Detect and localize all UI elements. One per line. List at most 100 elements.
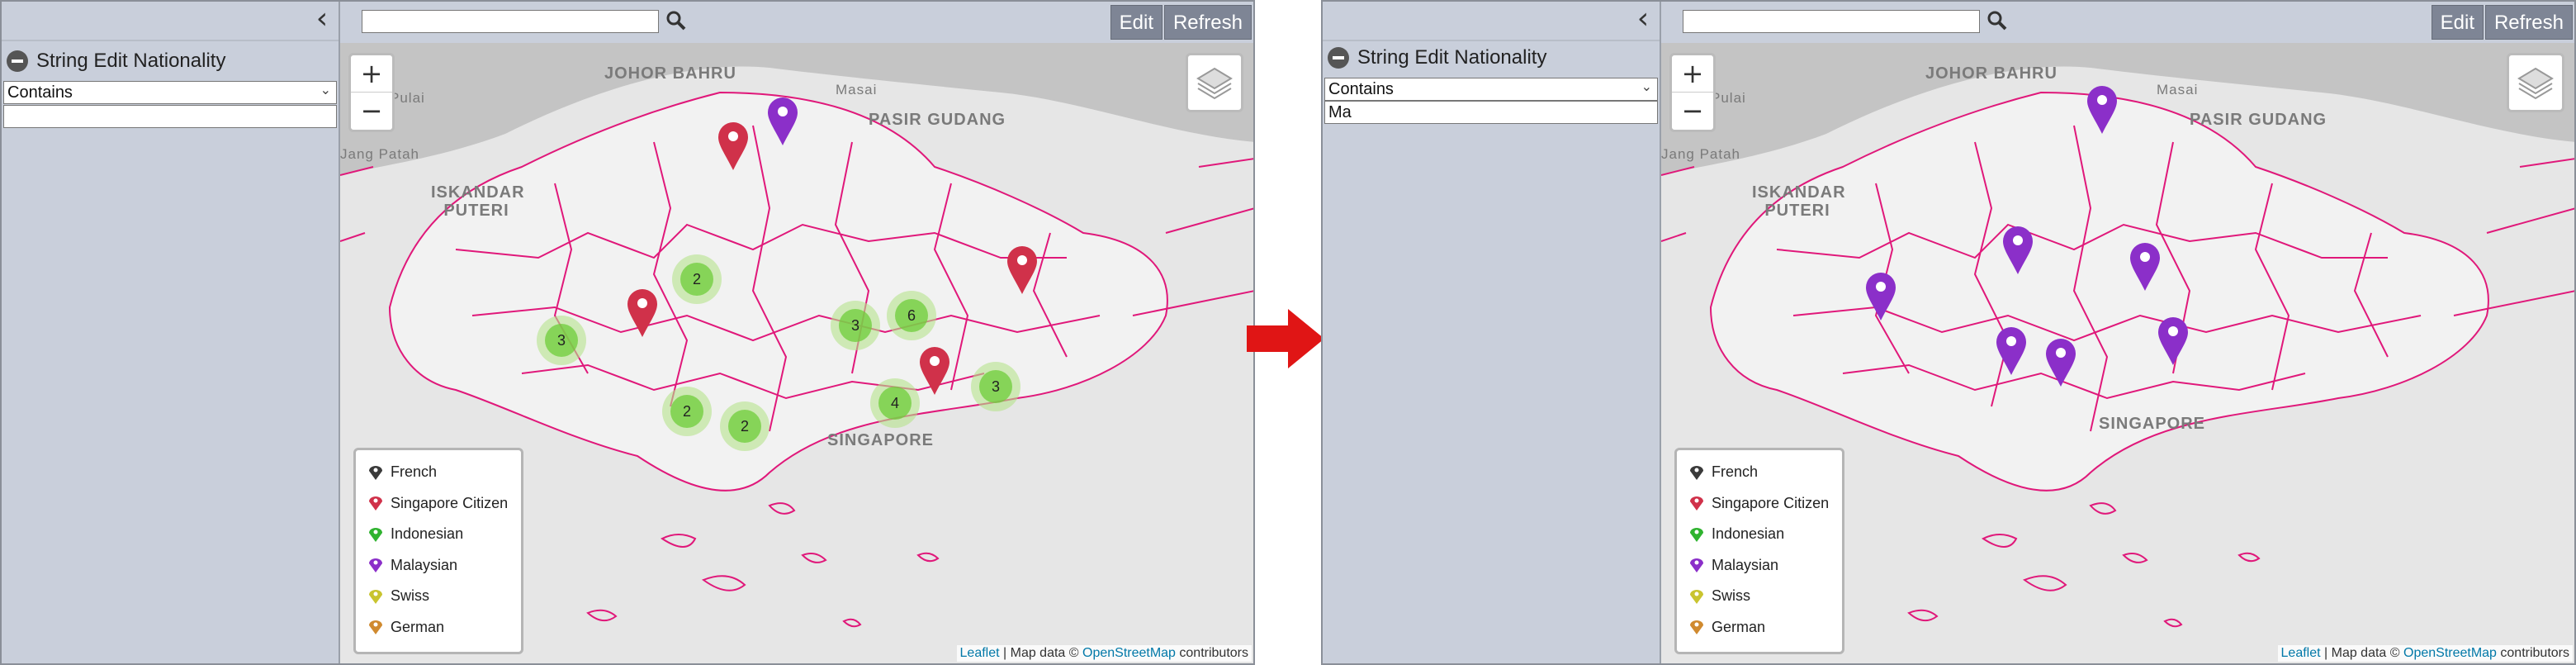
refresh-button[interactable]: Refresh <box>1163 5 1252 40</box>
legend-label: Malaysian <box>1712 556 1779 573</box>
chevron-down-icon: ⌄ <box>1641 78 1652 94</box>
chevron-left-icon[interactable]: ‹ <box>309 4 335 36</box>
layers-button[interactable] <box>1186 53 1243 112</box>
zoom-in-button[interactable]: + <box>351 55 392 93</box>
map-label-pulai: Pulai <box>390 90 425 106</box>
marker-icon <box>369 620 382 635</box>
cluster-count: 3 <box>839 309 872 342</box>
legend-item: Malaysian <box>367 550 509 582</box>
marker-cluster[interactable]: 2 <box>662 387 712 436</box>
before-panel: ‹ String Edit Nationality Contains ⌄ Edi… <box>0 0 1255 665</box>
legend-item: Swiss <box>1688 581 1830 612</box>
sidebar-header: ‹ <box>2 2 339 41</box>
edit-button[interactable]: Edit <box>1110 5 1163 40</box>
legend-label: Singapore Citizen <box>391 494 509 511</box>
layers-icon <box>1196 67 1233 100</box>
map-view[interactable]: JOHOR BAHRU Masai PASIR GUDANG Pulai Jan… <box>340 43 1253 663</box>
marker-cluster[interactable]: 2 <box>672 254 722 304</box>
legend-item: Malaysian <box>1688 550 1830 582</box>
map-marker-malaysian[interactable] <box>2044 337 2077 388</box>
map-label-masai: Masai <box>836 82 878 97</box>
map-marker-singapore-citizen[interactable] <box>918 345 951 397</box>
map-marker-singapore-citizen[interactable] <box>1006 245 1039 296</box>
cluster-count: 4 <box>878 387 912 420</box>
cluster-count: 6 <box>895 299 928 332</box>
map-marker-malaysian[interactable] <box>2129 241 2162 292</box>
map-marker-malaysian[interactable] <box>2001 225 2034 276</box>
attribution-separator: | Map data © <box>999 646 1082 660</box>
filter-title: String Edit Nationality <box>1357 46 1547 69</box>
marker-cluster[interactable]: 4 <box>870 378 920 428</box>
map-label-singapore: SINGAPORE <box>2099 415 2206 433</box>
leaflet-link[interactable]: Leaflet <box>2281 646 2321 660</box>
legend-item: Singapore Citizen <box>1688 488 1830 520</box>
layers-button[interactable] <box>2507 53 2564 112</box>
marker-icon <box>369 465 382 480</box>
cluster-count: 3 <box>979 370 1012 403</box>
map-label-iskandar-puteri: ISKANDAR PUTERI <box>431 183 525 220</box>
cluster-count: 2 <box>670 395 703 428</box>
zoom-out-button[interactable]: − <box>1672 93 1713 130</box>
map-label-singapore: SINGAPORE <box>827 431 935 449</box>
map-label-pasir-gudang: PASIR GUDANG <box>2190 111 2327 129</box>
sidebar-header: ‹ <box>1323 2 1660 41</box>
marker-cluster[interactable]: 3 <box>831 301 880 350</box>
refresh-button[interactable]: Refresh <box>2484 5 2573 40</box>
attribution-suffix: contributors <box>1175 646 1248 660</box>
zoom-in-button[interactable]: + <box>1672 55 1713 93</box>
search-icon[interactable] <box>1986 10 2008 31</box>
marker-cluster[interactable]: 3 <box>537 316 586 365</box>
chevron-left-icon[interactable]: ‹ <box>1630 4 1656 36</box>
legend-item: French <box>367 457 509 488</box>
leaflet-link[interactable]: Leaflet <box>960 646 1000 660</box>
map-legend: French Singapore Citizen Indonesian Mala… <box>353 448 523 654</box>
marker-icon <box>1690 558 1703 573</box>
marker-cluster[interactable]: 2 <box>720 401 769 451</box>
remove-filter-icon[interactable] <box>1328 47 1349 69</box>
map-label-pasir-gudang: PASIR GUDANG <box>869 111 1006 129</box>
map-marker-malaysian[interactable] <box>1864 271 1897 322</box>
map-marker-malaysian[interactable] <box>766 96 799 147</box>
map-marker-malaysian[interactable] <box>2157 316 2190 367</box>
marker-cluster[interactable]: 3 <box>971 362 1020 411</box>
filter-operator-select[interactable]: Contains ⌄ <box>1324 78 1658 101</box>
filter-value-input[interactable] <box>3 105 337 128</box>
map-marker-singapore-citizen[interactable] <box>717 121 750 172</box>
osm-link[interactable]: OpenStreetMap <box>1082 646 1176 660</box>
map-view[interactable]: JOHOR BAHRU Masai PASIR GUDANG Pulai Jan… <box>1661 43 2574 663</box>
map-label-johor-bahru: JOHOR BAHRU <box>1925 64 2057 83</box>
filter-header[interactable]: String Edit Nationality <box>1328 43 1546 73</box>
map-marker-singapore-citizen[interactable] <box>626 287 659 339</box>
remove-filter-icon[interactable] <box>7 50 28 72</box>
marker-icon <box>1690 465 1703 480</box>
legend-label: Indonesian <box>1712 525 1785 543</box>
map-marker-malaysian[interactable] <box>1995 325 2028 377</box>
filter-operator-select[interactable]: Contains ⌄ <box>3 81 337 104</box>
osm-link[interactable]: OpenStreetMap <box>2403 646 2497 660</box>
zoom-out-button[interactable]: − <box>351 93 392 130</box>
map-label-jang-patah: Jang Patah <box>340 146 420 162</box>
legend-item: Indonesian <box>367 519 509 550</box>
marker-cluster[interactable]: 6 <box>887 291 936 340</box>
legend-item: German <box>1688 612 1830 644</box>
search-input[interactable] <box>1683 10 1980 33</box>
edit-button[interactable]: Edit <box>2431 5 2484 40</box>
filter-header[interactable]: String Edit Nationality <box>7 46 225 76</box>
cluster-count: 2 <box>728 410 761 443</box>
legend-label: Malaysian <box>391 556 458 573</box>
legend-label: French <box>1712 463 1759 481</box>
filter-sidebar: ‹ String Edit Nationality Contains ⌄ Ma <box>1323 2 1661 663</box>
attribution-suffix: contributors <box>2496 646 2569 660</box>
marker-icon <box>1690 527 1703 542</box>
marker-icon <box>369 527 382 542</box>
legend-item: Singapore Citizen <box>367 488 509 520</box>
search-icon[interactable] <box>665 10 687 31</box>
search-input[interactable] <box>362 10 659 33</box>
filter-value-input[interactable]: Ma <box>1324 101 1658 124</box>
legend-label: French <box>391 463 438 481</box>
legend-item: Swiss <box>367 581 509 612</box>
layers-icon <box>2517 67 2554 100</box>
map-marker-malaysian[interactable] <box>2086 84 2119 135</box>
cluster-count: 2 <box>680 263 713 296</box>
map-label-johor-bahru: JOHOR BAHRU <box>604 64 736 83</box>
